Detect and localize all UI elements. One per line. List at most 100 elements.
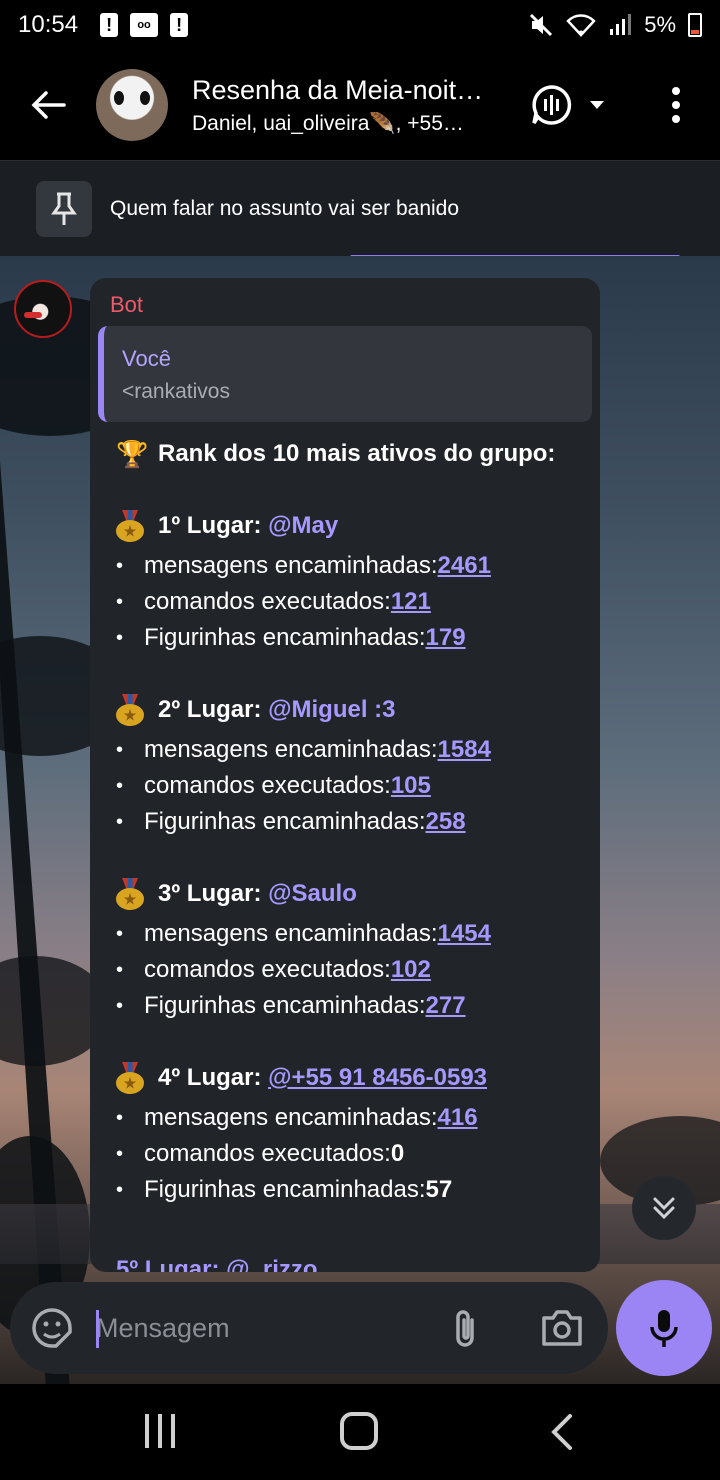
trophy-icon: 🏆 bbox=[116, 439, 149, 469]
reply-text: <rankativos bbox=[122, 380, 230, 403]
stat-row: • comandos executados: 105 bbox=[116, 768, 586, 804]
stat-row: • Figurinhas encaminhadas: 258 bbox=[116, 804, 586, 840]
stat-label: comandos executados: bbox=[144, 1140, 391, 1167]
pin-icon bbox=[36, 180, 92, 237]
stat-row: • Figurinhas encaminhadas: 179 bbox=[116, 620, 586, 656]
stat-value[interactable]: 416 bbox=[438, 1100, 478, 1136]
stat-label: Figurinhas encaminhadas: bbox=[144, 624, 426, 651]
voice-chat-button[interactable] bbox=[530, 82, 610, 128]
stat-value: 57 bbox=[425, 1176, 453, 1203]
stat-row: • comandos executados: 121 bbox=[116, 584, 586, 620]
partial-rank-text: 5º Lugar: @_rizzo bbox=[116, 1256, 318, 1272]
chat-header: Resenha da Meia-noit… Daniel, uai_olivei… bbox=[0, 50, 720, 160]
stat-label: mensagens encaminhadas: bbox=[144, 736, 438, 763]
rank-header: 1º Lugar: @May bbox=[116, 508, 586, 544]
stat-label: Figurinhas encaminhadas: bbox=[144, 1176, 426, 1203]
stat-value[interactable]: 121 bbox=[391, 584, 431, 620]
stat-label: comandos executados: bbox=[144, 956, 391, 983]
rank-place: 4º Lugar: bbox=[158, 1064, 269, 1091]
message-composer bbox=[10, 1282, 608, 1374]
bullet-icon: • bbox=[116, 1107, 124, 1129]
stat-value[interactable]: 179 bbox=[426, 620, 466, 656]
attach-button[interactable] bbox=[446, 1308, 486, 1350]
stat-value[interactable]: 277 bbox=[426, 988, 466, 1024]
battery-percent: 5% bbox=[644, 12, 676, 37]
wifi-icon bbox=[566, 14, 596, 37]
user-mention[interactable]: @Saulo bbox=[268, 880, 357, 907]
bar-icon bbox=[171, 1414, 175, 1448]
stat-value[interactable]: 102 bbox=[391, 952, 431, 988]
recent-apps-button[interactable] bbox=[140, 1414, 180, 1450]
stat-row: • mensagens encaminhadas: 416 bbox=[116, 1100, 586, 1136]
pinned-message-text: Quem falar no assunto vai ser banido bbox=[110, 196, 460, 220]
stat-label: comandos executados: bbox=[144, 772, 391, 799]
dot-icon bbox=[672, 115, 680, 123]
chat-title: Resenha da Meia-noit… bbox=[192, 74, 484, 105]
camera-button[interactable] bbox=[540, 1308, 584, 1348]
back-button[interactable] bbox=[0, 50, 96, 160]
message-input[interactable] bbox=[96, 1304, 426, 1352]
stat-label: Figurinhas encaminhadas: bbox=[144, 808, 426, 835]
rank-header: 2º Lugar: @Miguel :3 bbox=[116, 692, 586, 728]
stat-row: • mensagens encaminhadas: 1454 bbox=[116, 916, 586, 952]
stat-value[interactable]: 1584 bbox=[438, 732, 491, 768]
user-mention[interactable]: @May bbox=[268, 512, 338, 539]
notification-icons: ! oo ! bbox=[100, 13, 189, 37]
medal-icon bbox=[116, 878, 144, 910]
message-heading: 🏆 Rank dos 10 mais ativos do grupo: bbox=[116, 436, 586, 472]
message-bubble[interactable]: Bot Você <rankativos 🏆 Rank dos 10 mais … bbox=[90, 278, 600, 1272]
stat-label: comandos executados: bbox=[144, 588, 391, 615]
bot-avatar[interactable] bbox=[14, 280, 72, 338]
bullet-icon: • bbox=[116, 959, 124, 981]
rank-entry-partial: 5º Lugar: @_rizzo bbox=[116, 1256, 318, 1272]
chevron-left-icon bbox=[551, 1414, 572, 1450]
system-icons: 5% bbox=[528, 12, 702, 38]
user-mention[interactable]: @+55 91 8456-0593 bbox=[268, 1064, 487, 1091]
medal-icon bbox=[116, 1062, 144, 1094]
reply-preview[interactable]: Você <rankativos bbox=[98, 326, 592, 422]
battery-icon bbox=[688, 13, 702, 37]
bar-icon bbox=[158, 1414, 162, 1448]
rank-entry: 1º Lugar: @May • mensagens encaminhadas: … bbox=[116, 508, 586, 656]
bar-icon bbox=[145, 1414, 149, 1448]
bullet-icon: • bbox=[116, 555, 124, 577]
stat-value[interactable]: 258 bbox=[426, 804, 466, 840]
chat-info[interactable]: Resenha da Meia-noit… Daniel, uai_olivei… bbox=[192, 75, 492, 136]
chat-members: Daniel, uai_oliveira🪶, +55… bbox=[192, 111, 464, 135]
stat-value[interactable]: 105 bbox=[391, 768, 431, 804]
arrow-left-icon bbox=[31, 91, 66, 119]
nav-back-button[interactable] bbox=[544, 1412, 580, 1452]
caret-down-icon bbox=[590, 101, 604, 109]
more-options-button[interactable] bbox=[652, 80, 700, 130]
bullet-icon: • bbox=[116, 995, 124, 1017]
chevron-double-down-icon bbox=[653, 1197, 675, 1220]
rank-place: 3º Lugar: bbox=[158, 880, 269, 907]
bullet-icon: • bbox=[116, 591, 124, 613]
stat-row: • mensagens encaminhadas: 1584 bbox=[116, 732, 586, 768]
stat-value[interactable]: 2461 bbox=[438, 548, 491, 584]
scroll-to-bottom-button[interactable] bbox=[632, 1176, 696, 1240]
rank-entry: 4º Lugar: @+55 91 8456-0593 • mensagens e… bbox=[116, 1060, 586, 1208]
mute-icon bbox=[530, 13, 553, 37]
rank-entry: 3º Lugar: @Saulo • mensagens encaminhadas… bbox=[116, 876, 586, 1024]
alert-icon: ! bbox=[170, 13, 189, 37]
voice-record-button[interactable] bbox=[616, 1280, 712, 1376]
user-mention[interactable]: @Miguel :3 bbox=[268, 696, 395, 723]
bullet-icon: • bbox=[116, 739, 124, 761]
rank-place: 1º Lugar: bbox=[158, 512, 269, 539]
voice-chat-icon bbox=[532, 85, 572, 125]
stat-label: mensagens encaminhadas: bbox=[144, 1104, 438, 1131]
home-button[interactable] bbox=[340, 1412, 378, 1450]
message-text: 🏆 Rank dos 10 mais ativos do grupo: 1º L… bbox=[116, 436, 586, 1208]
camera-icon bbox=[542, 1310, 582, 1346]
signal-icon bbox=[610, 14, 632, 35]
stat-row: • mensagens encaminhadas: 2461 bbox=[116, 548, 586, 584]
bullet-icon: • bbox=[116, 1143, 124, 1165]
stat-value[interactable]: 1454 bbox=[438, 916, 491, 952]
group-avatar[interactable] bbox=[96, 69, 168, 141]
medal-icon bbox=[116, 694, 144, 726]
pinned-message-bar[interactable]: Quem falar no assunto vai ser banido bbox=[0, 160, 720, 259]
sticker-button[interactable] bbox=[30, 1306, 74, 1350]
sender-name[interactable]: Bot bbox=[110, 292, 143, 318]
status-time: 10:54 bbox=[18, 11, 79, 38]
